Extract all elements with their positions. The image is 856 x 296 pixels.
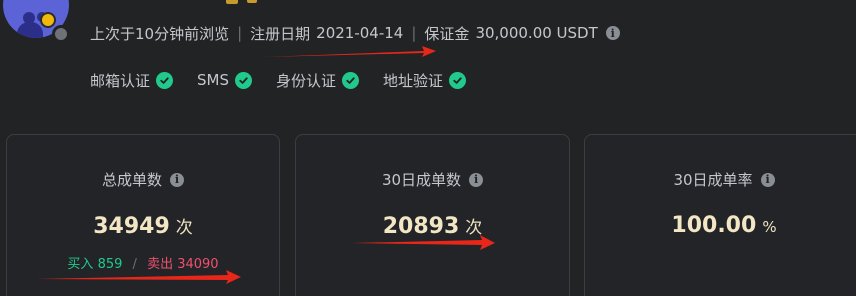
verification-address: 地址验证	[383, 70, 467, 91]
stat-value-unit: 次	[175, 218, 193, 238]
sell-label: 卖出	[147, 257, 174, 272]
divider: |	[237, 24, 243, 42]
verification-row: 邮箱认证 SMS 身份认证 地址验证	[90, 68, 490, 92]
stat-value-unit: %	[762, 218, 777, 236]
stat-card-total-orders: 总成单数 i 34949 次 买入 859 / 卖出 34090	[6, 134, 280, 296]
deposit-label: 保证金	[424, 24, 470, 43]
avatar-figure-body	[17, 22, 43, 38]
check-circle-icon	[156, 71, 174, 89]
stat-label: 总成单数 i	[7, 169, 279, 190]
verification-label: 地址验证	[383, 71, 444, 90]
stat-label-text: 30日成单率	[673, 171, 753, 189]
register-date-value: 2021-04-14	[316, 24, 404, 42]
register-date-label: 注册日期	[250, 24, 311, 43]
stat-card-rate-30d: 30日成单率 i 100.00 %	[584, 134, 856, 296]
buy-value: 859	[97, 257, 123, 272]
stat-value-number: 100.00	[671, 213, 757, 238]
verification-label: 邮箱认证	[90, 71, 151, 90]
info-icon[interactable]: i	[469, 172, 484, 187]
stat-label-text: 总成单数	[101, 171, 162, 189]
check-circle-icon	[342, 71, 360, 89]
deposit-value: 30,000.00 USDT	[475, 24, 598, 42]
stat-label: 30日成单数 i	[296, 169, 569, 190]
stat-value: 34949 次	[7, 213, 279, 239]
stat-value-number: 20893	[382, 214, 460, 239]
divider: |	[411, 24, 417, 42]
buy-sell-breakdown: 买入 859 / 卖出 34090	[7, 253, 279, 272]
verification-identity: 身份认证	[276, 70, 360, 91]
verification-sms: SMS	[197, 71, 253, 89]
divider: /	[132, 257, 137, 272]
stat-value: 100.00 %	[585, 213, 856, 238]
merchant-badge-icon	[40, 12, 56, 28]
check-circle-icon	[449, 71, 467, 89]
stat-card-orders-30d: 30日成单数 i 20893 次	[295, 134, 570, 296]
sell-value: 34090	[177, 257, 219, 272]
merchant-level-icon-secondary	[247, 0, 257, 3]
stat-value-number: 34949	[93, 214, 170, 239]
check-circle-icon	[235, 71, 253, 89]
info-icon[interactable]: i	[170, 172, 184, 187]
last-seen-text: 上次于10分钟前浏览	[90, 24, 230, 43]
deposit-info-icon[interactable]: i	[605, 26, 620, 40]
stat-value: 20893 次	[296, 213, 569, 239]
verification-label: 身份认证	[276, 71, 337, 90]
stat-label: 30日成单率 i	[585, 169, 856, 190]
online-status-dot	[52, 25, 70, 43]
info-icon[interactable]: i	[760, 172, 775, 187]
profile-meta-row: 上次于10分钟前浏览 | 注册日期 2021-04-14 | 保证金 30,00…	[90, 22, 620, 44]
verification-label: SMS	[197, 71, 230, 89]
buy-label: 买入	[67, 257, 94, 272]
verification-email: 邮箱认证	[90, 70, 174, 91]
annotation-arrow-icon	[264, 46, 436, 57]
stat-label-text: 30日成单数	[381, 171, 462, 189]
merchant-level-icon	[226, 0, 238, 4]
stat-value-unit: 次	[465, 218, 483, 238]
